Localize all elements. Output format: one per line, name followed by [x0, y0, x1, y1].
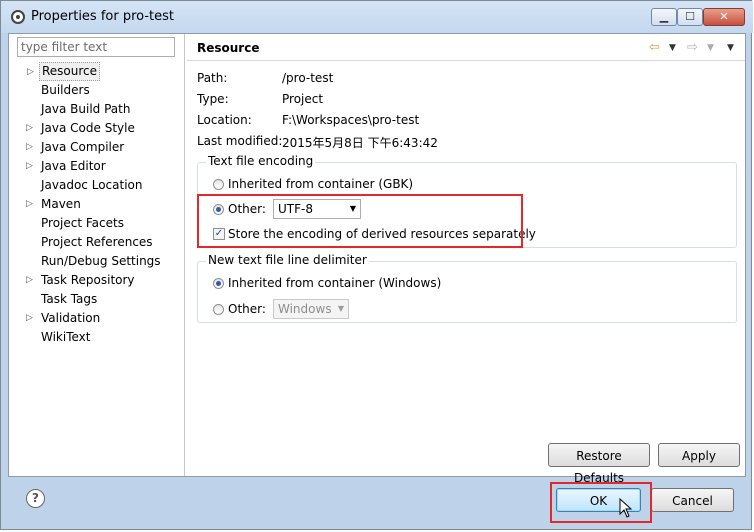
inherited-encoding-label[interactable]: Inherited from container (GBK) — [228, 177, 413, 191]
expand-arrow-icon[interactable]: ▷ — [26, 309, 36, 328]
tree-item-label: Java Build Path — [41, 102, 131, 116]
tree-item-project-facets[interactable]: Project Facets — [39, 214, 126, 233]
view-menu-icon[interactable]: ▼ — [727, 40, 734, 56]
tree-item-task-repository[interactable]: ▷ Task Repository — [26, 271, 137, 290]
properties-dialog: Properties for pro-test ▁ ☐ ✕ ▷ Resource… — [0, 0, 753, 530]
tree-item-label: Java Editor — [41, 159, 106, 173]
expand-arrow-icon[interactable]: ▷ — [26, 119, 36, 138]
minimize-button[interactable]: ▁ — [651, 8, 677, 26]
tree-item-wikitext[interactable]: WikiText — [39, 328, 93, 347]
tree-item-maven[interactable]: ▷ Maven — [26, 195, 83, 214]
cancel-button[interactable]: Cancel — [651, 488, 734, 512]
tree-item-java-compiler[interactable]: ▷ Java Compiler — [26, 138, 126, 157]
expand-arrow-icon[interactable]: ▷ — [27, 63, 37, 82]
tree-item-java-editor[interactable]: ▷ Java Editor — [26, 157, 108, 176]
tree-item-label: Resource — [42, 64, 98, 78]
apply-button[interactable]: Apply — [658, 443, 740, 467]
path-value: /pro-test — [282, 71, 334, 85]
tree-item-label: Java Code Style — [41, 121, 135, 135]
app-gear-icon — [11, 10, 25, 24]
expand-arrow-icon[interactable]: ▷ — [26, 157, 36, 176]
expand-arrow-icon[interactable]: ▷ — [26, 138, 36, 157]
page-title: Resource — [197, 41, 260, 55]
page-header: Resource ⇦ ▼ ⇨ ▼ ▼ — [187, 34, 745, 61]
forward-arrow-icon[interactable]: ⇨ — [687, 40, 698, 56]
tree-item-label: Task Repository — [41, 273, 135, 287]
type-label: Type: — [197, 92, 229, 106]
tree-item-label: Java Compiler — [41, 140, 125, 154]
path-label: Path: — [197, 71, 228, 85]
group-label: Text file encoding — [206, 154, 316, 168]
dropdown-arrow-icon[interactable]: ▼ — [707, 40, 714, 56]
window-title: Properties for pro-test — [31, 9, 174, 24]
preference-sidebar: ▷ Resource Builders Java Build Path ▷ Ja… — [9, 34, 185, 476]
other-delimiter-radio[interactable] — [213, 304, 224, 315]
restore-defaults-button[interactable]: Restore Defaults — [548, 443, 650, 485]
tree-item-label: Project References — [41, 235, 153, 249]
location-label: Location: — [197, 113, 252, 127]
close-button[interactable]: ✕ — [703, 8, 745, 26]
ok-highlight-box — [550, 482, 652, 523]
encoding-highlight-box — [197, 194, 523, 248]
tree-item-java-build-path[interactable]: Java Build Path — [39, 100, 132, 119]
location-value: F:\Workspaces\pro-test — [282, 113, 420, 127]
tree-item-label: Task Tags — [41, 292, 98, 306]
title-bar[interactable]: Properties for pro-test ▁ ☐ ✕ — [1, 1, 753, 33]
tree-item-label: Maven — [41, 197, 81, 211]
dialog-client-area: ▷ Resource Builders Java Build Path ▷ Ja… — [8, 33, 746, 485]
resource-page: Resource ⇦ ▼ ⇨ ▼ ▼ Path: /pro-test Type:… — [187, 34, 745, 485]
delimiter-select: Windows ▼ — [273, 299, 349, 319]
last-modified-label: Last modified: — [197, 134, 283, 148]
tree-item-label: Validation — [41, 311, 101, 325]
chevron-down-icon: ▼ — [337, 304, 344, 313]
tree-item-validation[interactable]: ▷ Validation — [26, 309, 102, 328]
other-delimiter-label[interactable]: Other: — [228, 302, 266, 316]
expand-arrow-icon[interactable]: ▷ — [26, 271, 36, 290]
delimiter-select-value: Windows — [278, 302, 332, 316]
last-modified-value: 2015年5月8日 下午6:43:42 — [282, 136, 438, 150]
type-value: Project — [282, 92, 324, 106]
tree-item-label: Run/Debug Settings — [41, 254, 161, 268]
inherited-delimiter-label[interactable]: Inherited from container (Windows) — [228, 276, 441, 290]
tree-item-label: Project Facets — [41, 216, 124, 230]
help-icon[interactable]: ? — [26, 489, 45, 508]
back-arrow-icon[interactable]: ⇦ — [649, 40, 660, 56]
tree-item-builders[interactable]: Builders — [39, 81, 92, 100]
tree-item-resource[interactable]: ▷ Resource — [27, 62, 101, 81]
group-label: New text file line delimiter — [206, 253, 369, 267]
mouse-cursor-icon — [619, 498, 633, 518]
tree-item-project-references[interactable]: Project References — [39, 233, 155, 252]
line-delimiter-group: New text file line delimiter Inherited f… — [197, 253, 737, 323]
tree-item-label: WikiText — [41, 330, 91, 344]
maximize-button[interactable]: ☐ — [677, 8, 703, 26]
tree-item-label: Builders — [41, 83, 90, 97]
inherited-delimiter-radio[interactable] — [213, 278, 224, 289]
inherited-encoding-radio[interactable] — [213, 179, 224, 190]
expand-arrow-icon[interactable]: ▷ — [26, 195, 36, 214]
tree-item-run-debug-settings[interactable]: Run/Debug Settings — [39, 252, 163, 271]
tree-item-java-code-style[interactable]: ▷ Java Code Style — [26, 119, 137, 138]
dropdown-arrow-icon[interactable]: ▼ — [669, 40, 676, 56]
tree-item-label: Javadoc Location — [41, 178, 143, 192]
tree-item-task-tags[interactable]: Task Tags — [39, 290, 99, 309]
tree-item-javadoc-location[interactable]: Javadoc Location — [39, 176, 144, 195]
filter-input[interactable] — [17, 37, 175, 57]
